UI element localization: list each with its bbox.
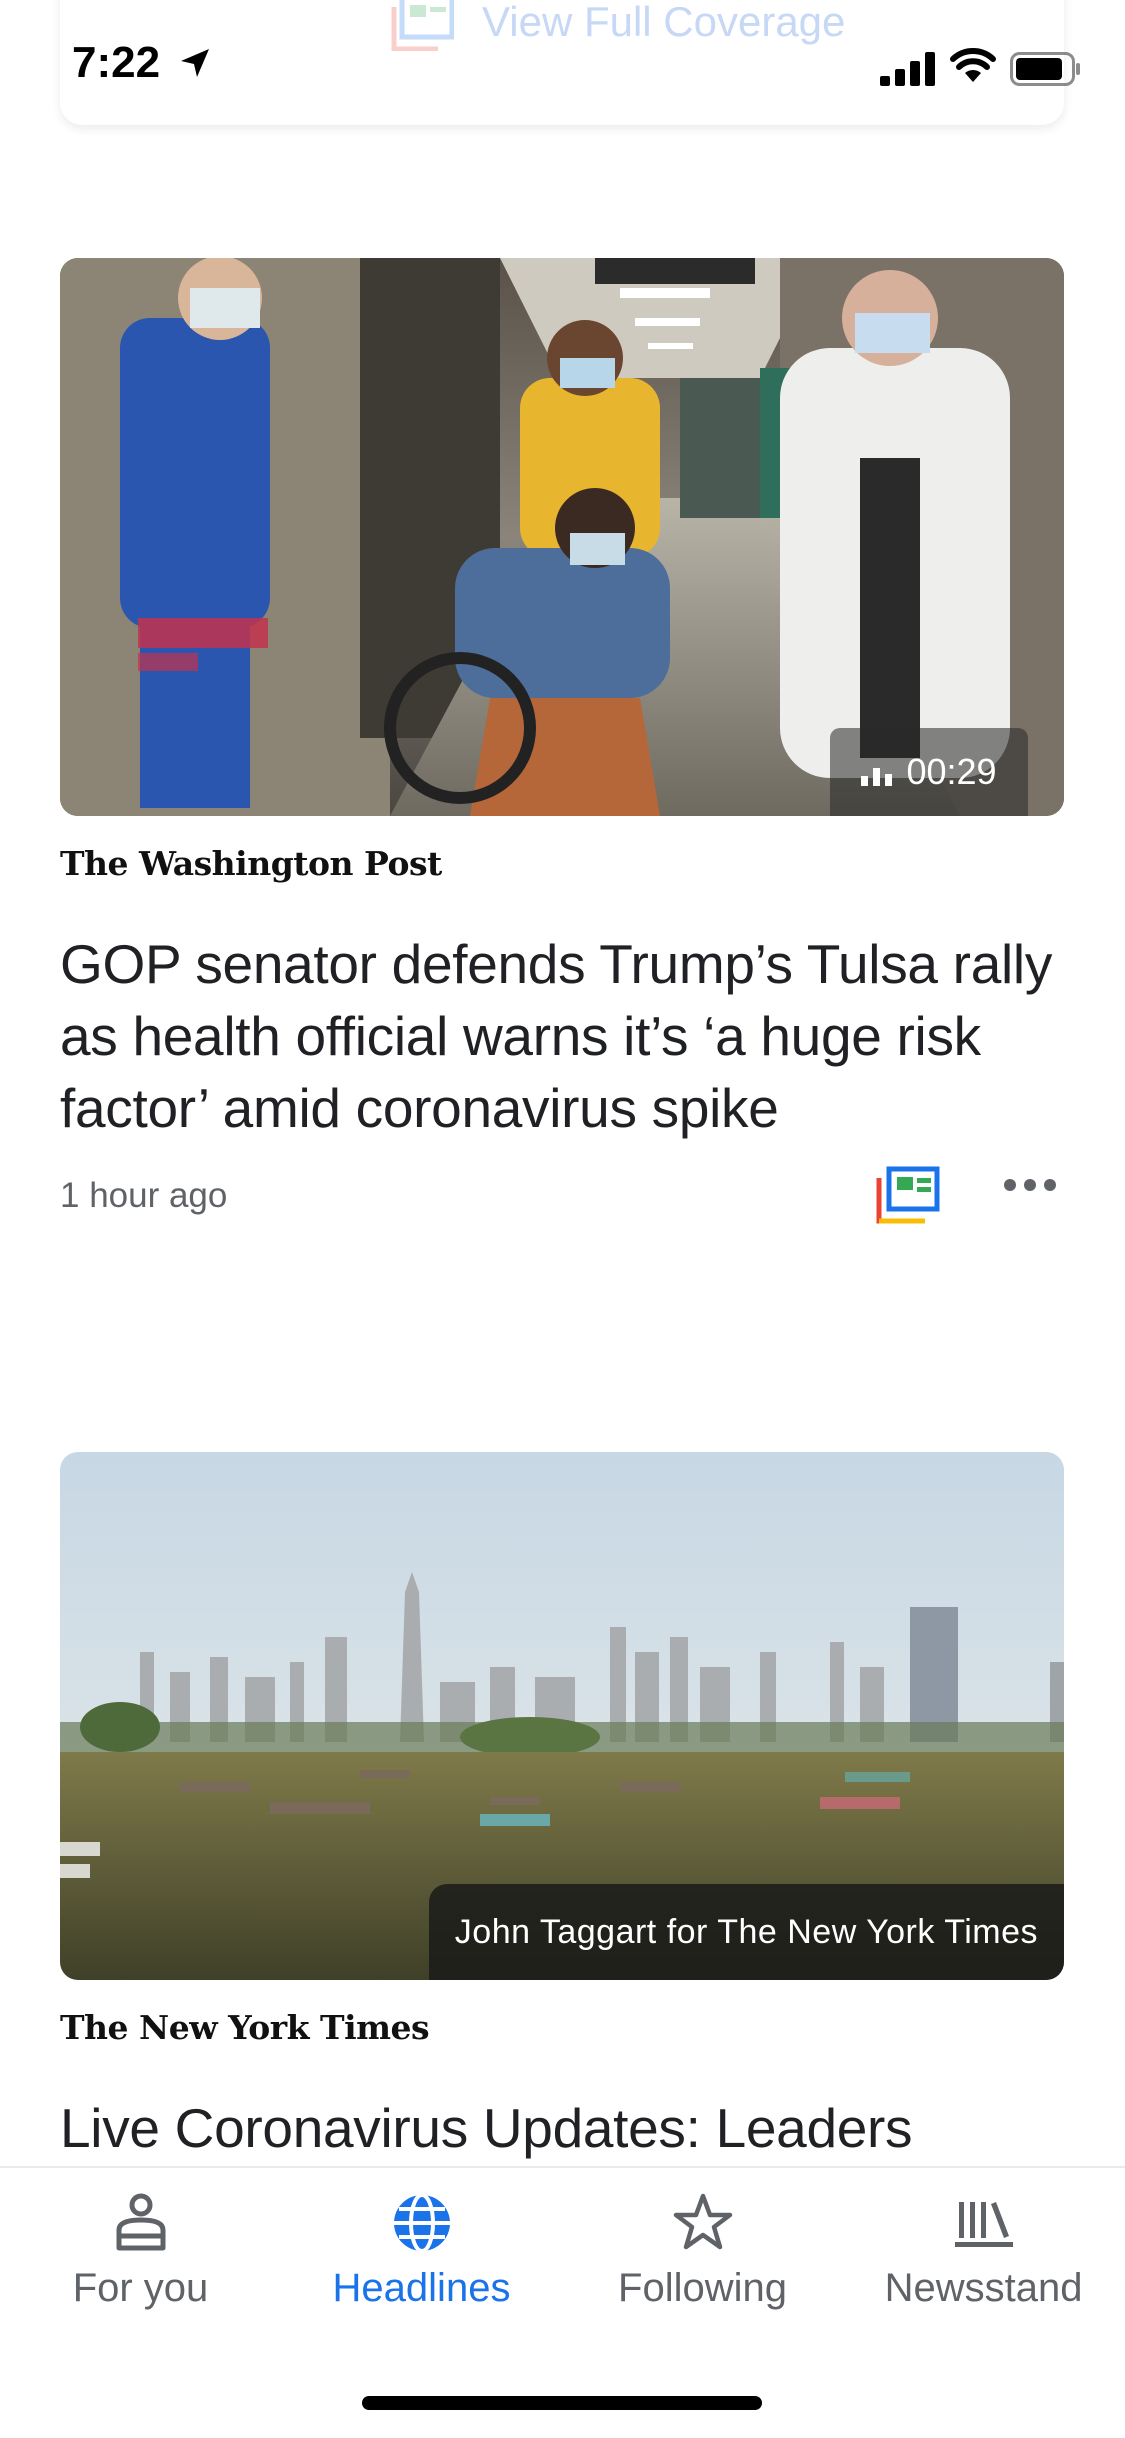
nav-label: Headlines (332, 2266, 511, 2310)
wifi-icon (950, 48, 996, 82)
article-meta-row: 1 hour ago (60, 1158, 1064, 1238)
status-time: 7:22 (72, 38, 161, 87)
publisher-logo: The Washington Post (60, 844, 442, 883)
article-video-thumbnail[interactable]: 00:29 (60, 258, 1064, 816)
nav-label: Following (618, 2266, 787, 2310)
article-headline[interactable]: GOP senator defends Trump’s Tulsa rally … (60, 928, 1064, 1144)
nav-for-you[interactable]: For you (0, 2168, 281, 2368)
image-caption: John Taggart for The New York Times (428, 1884, 1064, 1980)
article-timestamp: 1 hour ago (60, 1176, 228, 1215)
nav-label: Newsstand (884, 2266, 1083, 2310)
nav-headlines[interactable]: Headlines (281, 2168, 562, 2368)
full-coverage-icon[interactable] (875, 1166, 941, 1224)
nav-newsstand[interactable]: Newsstand (843, 2168, 1124, 2368)
article-image[interactable]: John Taggart for The New York Times (60, 1452, 1064, 1980)
home-indicator[interactable] (362, 2396, 762, 2410)
article-card[interactable]: John Taggart for The New York Times The … (60, 1452, 1064, 2164)
globe-icon (393, 2193, 450, 2253)
video-bars-icon (861, 758, 893, 786)
status-bar: 7:22 (0, 0, 1125, 135)
person-icon (116, 2193, 165, 2251)
star-icon (673, 2193, 732, 2250)
nav-label: For you (72, 2266, 209, 2310)
battery-icon (1010, 52, 1080, 86)
nav-following[interactable]: Following (562, 2168, 843, 2368)
cellular-signal-icon (880, 52, 935, 86)
article-card[interactable]: 00:29 The Washington Post GOP senator de… (60, 258, 1064, 1238)
publisher-logo: The New York Times (60, 2008, 430, 2047)
location-arrow-icon (181, 49, 209, 77)
article-headline[interactable]: Live Coronavirus Updates: Leaders (60, 2092, 1064, 2164)
video-duration: 00:29 (906, 751, 997, 792)
newsstand-icon (954, 2202, 1013, 2247)
video-duration-badge: 00:29 (830, 728, 1028, 816)
more-options-icon[interactable] (1002, 1170, 1058, 1200)
